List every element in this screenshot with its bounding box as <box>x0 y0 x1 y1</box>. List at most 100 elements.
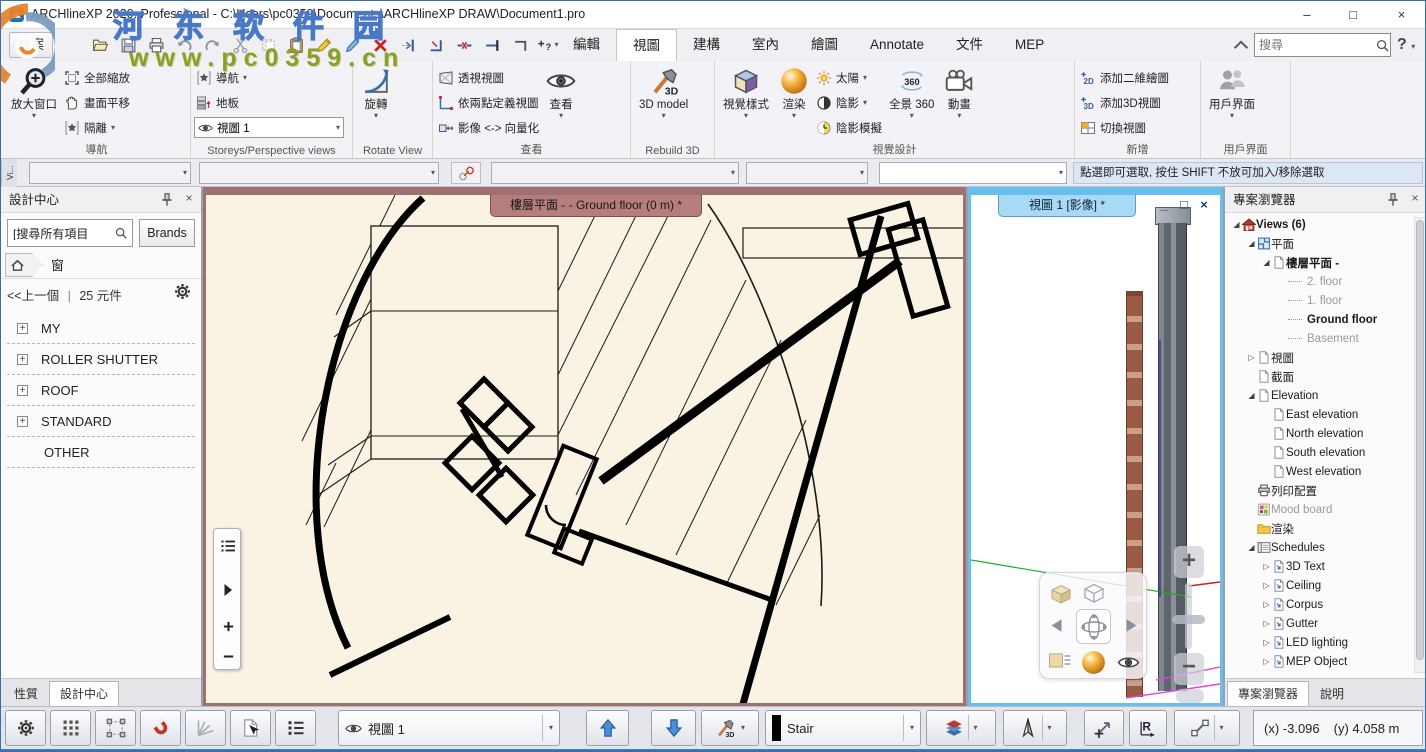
tab-室內[interactable]: 室內 <box>736 29 795 61</box>
material-icon[interactable] <box>1048 651 1072 673</box>
qat-delete-button[interactable] <box>369 34 391 56</box>
tab-編輯[interactable]: 編輯 <box>557 29 616 61</box>
tree-item-Ground floor[interactable]: Ground floor <box>1225 310 1413 329</box>
ribbon-button-導航[interactable]: 導航▾ <box>194 65 344 90</box>
qat-redo-button[interactable] <box>201 34 223 56</box>
active-view-combo[interactable]: 視圖 1 ▾ <box>338 710 560 746</box>
design-center-search[interactable] <box>7 219 133 247</box>
tree-expand-icon[interactable]: ◢ <box>1231 220 1242 229</box>
segment-button[interactable]: ▾ <box>1174 710 1240 746</box>
layers-button[interactable]: ▾ <box>926 710 996 746</box>
tree-expand-icon[interactable]: ▷ <box>1261 600 1272 609</box>
qat-paste-button[interactable] <box>285 34 307 56</box>
tree-item-LED lighting[interactable]: ▷LED lighting <box>1225 633 1413 652</box>
tree-item-樓層平面 -[interactable]: ◢樓層平面 - <box>1225 253 1413 272</box>
view3d-canvas[interactable]: + − <box>971 195 1220 703</box>
selection-frame-button[interactable] <box>95 710 136 746</box>
expand-icon[interactable]: + <box>17 323 28 334</box>
category-STANDARD[interactable]: +STANDARD <box>7 406 195 437</box>
left-tab-性質[interactable]: 性質 <box>3 681 49 707</box>
view3d-title-tab[interactable]: 視圖 1 [影像] * <box>998 195 1136 217</box>
rotate-right-icon[interactable] <box>1125 618 1138 633</box>
pin-icon[interactable] <box>159 192 175 208</box>
right-tab-說明[interactable]: 說明 <box>1309 681 1355 707</box>
selection-combo-3[interactable]: ▾ <box>746 162 868 184</box>
tree-expand-icon[interactable]: ▷ <box>1261 581 1272 590</box>
design-center-search-input[interactable] <box>8 226 114 240</box>
zoom-out-3d-button[interactable]: − <box>1174 653 1204 685</box>
zoom-out-button[interactable] <box>214 643 242 669</box>
north-arrow-button[interactable]: ▾ <box>1003 710 1067 746</box>
ribbon-button-隔離[interactable]: 隔離▾ <box>62 115 132 140</box>
ribbon-button-視覺樣式[interactable]: 視覺樣式▾ <box>718 63 774 141</box>
expand-icon[interactable]: + <box>17 416 28 427</box>
view3d-window[interactable]: + − 視圖 1 [影像] * _ □ × <box>968 187 1223 706</box>
tree-item-2. floor[interactable]: 2. floor <box>1225 272 1413 291</box>
ribbon-button-陰影[interactable]: 陰影▾ <box>814 90 884 115</box>
collapse-ribbon-icon[interactable] <box>1233 38 1249 52</box>
tree-expand-icon[interactable]: ▷ <box>1246 353 1257 362</box>
qat-snap-guide-button[interactable] <box>397 34 419 56</box>
ribbon-button-動畫[interactable]: 動畫▾ <box>939 63 979 141</box>
qat-measure-query-button[interactable]: ?▾ <box>537 34 559 56</box>
cube-wire-icon[interactable] <box>1081 580 1108 606</box>
view-list-button[interactable] <box>214 533 242 559</box>
ribbon-button-添加二維繪圖[interactable]: 2D添加二維繪圖 <box>1078 65 1171 90</box>
link-toggle-button[interactable] <box>451 162 481 184</box>
render-ball-icon[interactable] <box>1080 649 1107 676</box>
breadcrumb-home-button[interactable] <box>5 253 43 277</box>
qat-open-button[interactable] <box>89 34 111 56</box>
tree-item-MEP Object[interactable]: ▷MEP Object <box>1225 652 1413 671</box>
plan-window-title-tab[interactable]: 樓層平面 - - Ground floor (0 m) * <box>490 195 702 217</box>
tree-expand-icon[interactable]: ◢ <box>1246 391 1257 400</box>
left-tab-設計中心[interactable]: 設計中心 <box>49 681 119 707</box>
tree-item-平面[interactable]: ◢平面 <box>1225 234 1413 253</box>
move-point-button[interactable] <box>1084 710 1124 746</box>
ribbon-button-渲染[interactable]: 渲染▾ <box>774 63 814 141</box>
ribbon-button-放大窗口[interactable]: 放大窗口▾ <box>6 63 62 141</box>
ribbon-button-全部縮放[interactable]: 全部縮放 <box>62 65 132 90</box>
tab-建構[interactable]: 建構 <box>677 29 736 61</box>
zoom-slider-handle[interactable] <box>1172 615 1205 624</box>
design-center-settings-icon[interactable] <box>173 282 192 301</box>
qat-snap-end-button[interactable] <box>481 34 503 56</box>
ribbon-button-切換視圖[interactable]: 切換視圖 <box>1078 115 1171 140</box>
selection-combo-1[interactable]: ▾ <box>199 162 439 184</box>
qat-print-button[interactable] <box>145 34 167 56</box>
zoom-in-button[interactable] <box>214 613 242 639</box>
storey-up-button[interactable] <box>586 710 629 746</box>
pan-3d-button[interactable] <box>1176 689 1204 703</box>
rotate-left-icon[interactable] <box>1050 618 1063 633</box>
right-tab-專案瀏覽器[interactable]: 專案瀏覽器 <box>1227 681 1309 707</box>
ribbon-search-box[interactable] <box>1254 33 1391 57</box>
qat-snap-break-button[interactable] <box>453 34 475 56</box>
back-link[interactable]: <<上一個 <box>7 289 59 303</box>
view3d-maximize-button[interactable]: □ <box>1176 197 1192 213</box>
ribbon-button-影像 <-> 向量化[interactable]: 影像 <-> 向量化 <box>436 115 541 140</box>
panel-close-icon[interactable]: × <box>181 191 197 205</box>
search-icon[interactable] <box>114 226 128 240</box>
ribbon-button-全景 360[interactable]: 360全景 360▾ <box>884 63 939 141</box>
selection-combo-0[interactable]: ▾ <box>29 162 191 184</box>
tree-item-West elevation[interactable]: West elevation <box>1225 462 1413 481</box>
file-menu-button[interactable]: 檔案 <box>9 32 53 58</box>
ribbon-button-地板[interactable]: 地板 <box>194 90 344 115</box>
tree-item-Gutter[interactable]: ▷Gutter <box>1225 614 1413 633</box>
tree-item-Basement[interactable]: Basement <box>1225 329 1413 348</box>
tree-item-截面[interactable]: 截面 <box>1225 367 1413 386</box>
tree-item-視圖[interactable]: ▷視圖 <box>1225 348 1413 367</box>
panel-close-icon[interactable]: × <box>1407 191 1423 205</box>
close-button[interactable]: × <box>1376 1 1426 29</box>
qat-cut-button[interactable] <box>229 34 251 56</box>
tree-item-3D Text[interactable]: ▷3D Text <box>1225 557 1413 576</box>
zoom-in-3d-button[interactable]: + <box>1174 546 1204 578</box>
category-ROOF[interactable]: +ROOF <box>7 375 195 406</box>
scrollbar-thumb[interactable] <box>1416 220 1424 660</box>
tree-expand-icon[interactable]: ◢ <box>1246 543 1257 552</box>
storey-down-button[interactable] <box>651 710 696 746</box>
selection-combo-2[interactable]: ▾ <box>491 162 739 184</box>
qat-undo-button[interactable] <box>173 34 195 56</box>
breadcrumb-category[interactable]: 窗 <box>51 255 64 274</box>
tree-item-East elevation[interactable]: East elevation <box>1225 405 1413 424</box>
ribbon-button-添加3D視圖[interactable]: 3D添加3D視圖 <box>1078 90 1171 115</box>
